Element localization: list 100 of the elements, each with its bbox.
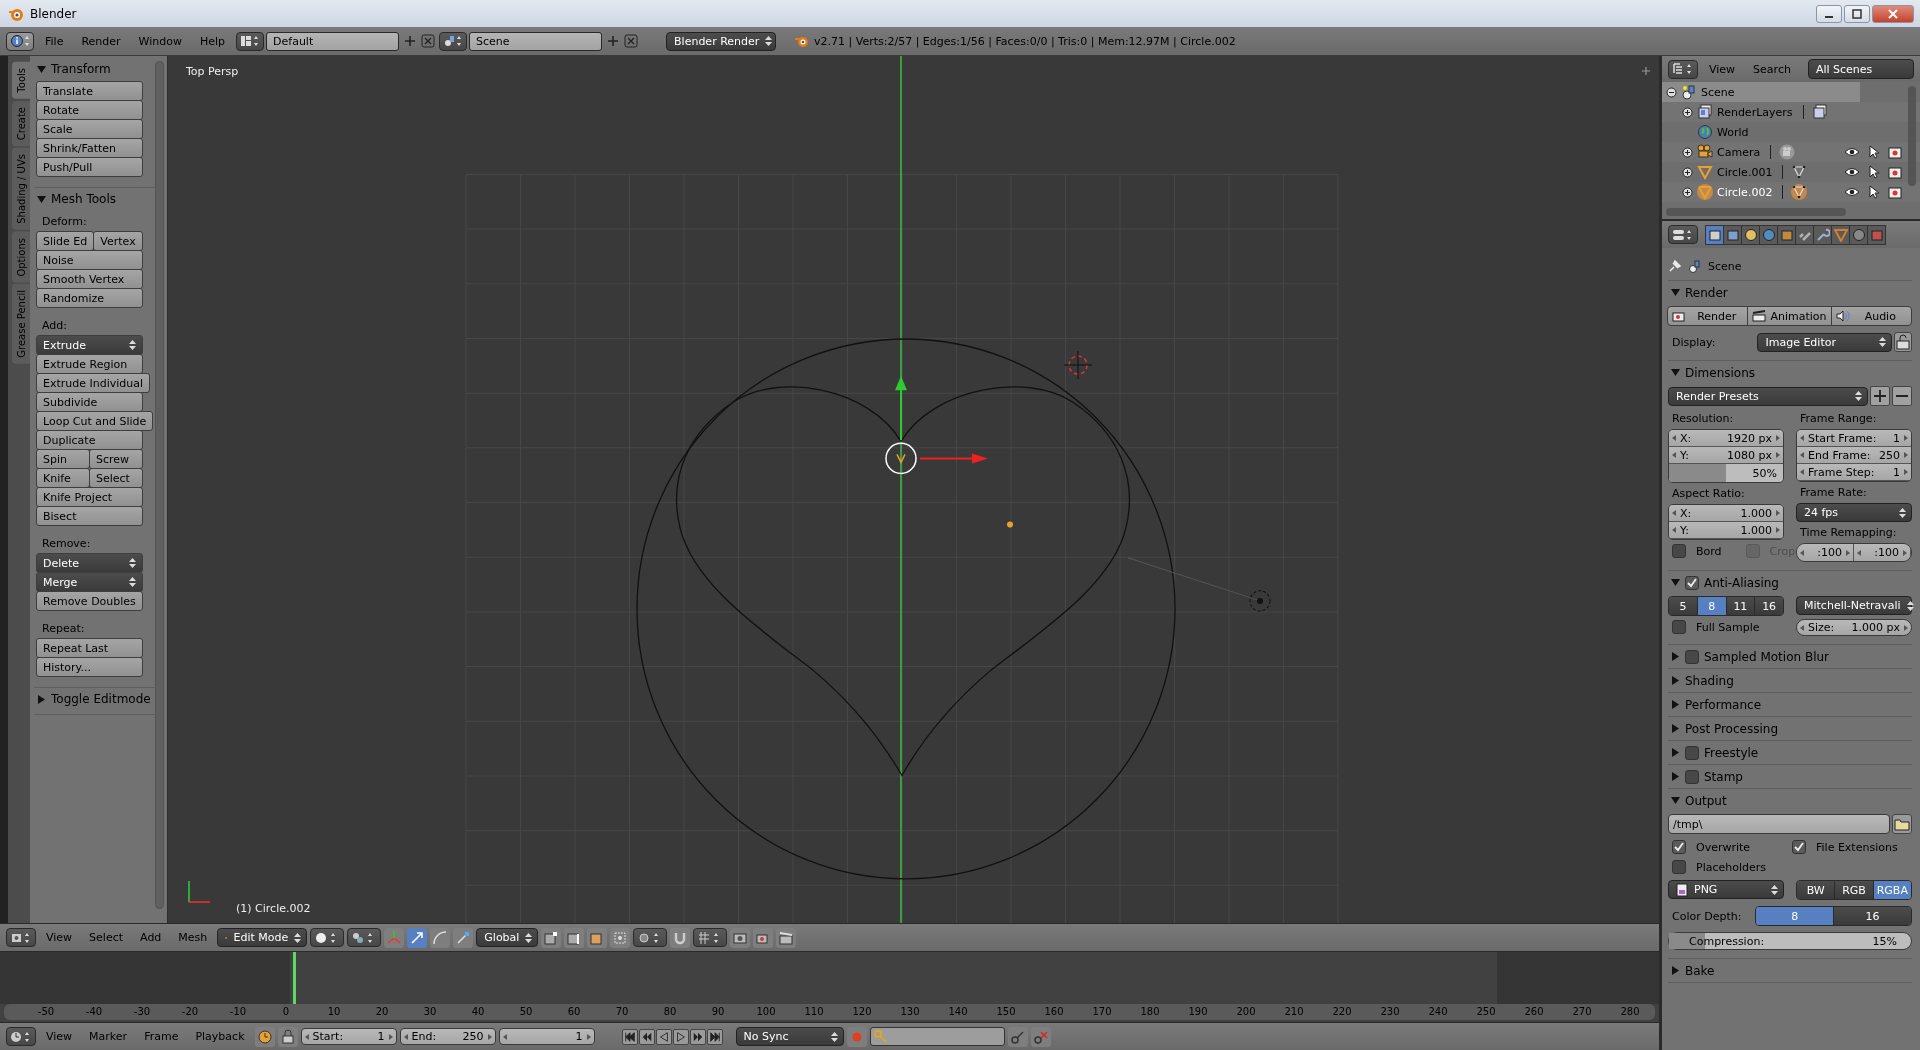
- render-button[interactable]: Render: [1667, 306, 1749, 326]
- close-x-icon[interactable]: [624, 34, 639, 48]
- right-arrow-icon[interactable]: [1776, 527, 1780, 533]
- left-arrow-icon[interactable]: [1672, 527, 1676, 533]
- tool-button[interactable]: Vertex: [93, 231, 143, 251]
- panel-title[interactable]: Stamp: [1704, 769, 1743, 784]
- magnet-icon[interactable]: [670, 927, 691, 948]
- output-path-field[interactable]: /tmp\: [1668, 814, 1890, 834]
- menu-item[interactable]: Window: [131, 31, 189, 51]
- pivot-point-button[interactable]: [347, 928, 382, 947]
- tool-button[interactable]: Knife: [36, 468, 90, 488]
- camera-icon[interactable]: [753, 927, 774, 948]
- filter-dropdown[interactable]: Mitchell-Netravali: [1796, 596, 1912, 615]
- right-arrow-icon[interactable]: [1846, 549, 1850, 556]
- properties-tab[interactable]: [1723, 224, 1742, 245]
- eye-icon[interactable]: [1844, 145, 1860, 159]
- editor-type-button[interactable]: [6, 31, 34, 51]
- pointer-arrow-icon[interactable]: [1868, 185, 1880, 199]
- expand-toggle-icon[interactable]: [1682, 106, 1693, 118]
- expand-toggle-icon[interactable]: [1682, 146, 1693, 158]
- collapse-triangle-icon[interactable]: [1671, 796, 1680, 805]
- tool-button[interactable]: Repeat Last: [36, 638, 143, 658]
- next-keyframe-icon[interactable]: [689, 1028, 706, 1045]
- checkbox[interactable]: [1672, 620, 1686, 634]
- left-arrow-icon[interactable]: [1800, 435, 1804, 441]
- checkbox[interactable]: [1792, 840, 1806, 854]
- panel-title[interactable]: Transform: [51, 62, 111, 76]
- number-field[interactable]: X: 1.000: [1669, 505, 1783, 522]
- color-depth-toggle[interactable]: 16: [1834, 907, 1911, 925]
- right-arrow-icon[interactable]: [1904, 469, 1908, 475]
- compression-slider[interactable]: Compression: 15%: [1668, 932, 1912, 950]
- tool-button[interactable]: Duplicate: [36, 430, 143, 450]
- tool-button[interactable]: Loop Cut and Slide: [36, 411, 154, 431]
- scene-field[interactable]: Scene: [469, 31, 603, 51]
- menu-item[interactable]: Search: [1746, 59, 1798, 79]
- jump-to-end-icon[interactable]: [706, 1028, 723, 1045]
- editor-type-button[interactable]: [6, 1027, 36, 1046]
- panel-title[interactable]: Render: [1685, 285, 1728, 300]
- scene-button[interactable]: [439, 31, 468, 51]
- minus-icon[interactable]: [1892, 386, 1912, 406]
- editor-type-button[interactable]: [6, 928, 36, 947]
- number-field[interactable]: :100: [1797, 544, 1854, 561]
- expand-toggle-icon[interactable]: [1682, 186, 1693, 198]
- screen-layout-field[interactable]: Default: [266, 31, 400, 51]
- checkbox[interactable]: [1685, 575, 1699, 590]
- previous-keyframe-icon[interactable]: [638, 1028, 655, 1045]
- mesh-triangle-icon[interactable]: [1791, 164, 1808, 180]
- checkbox[interactable]: [1672, 544, 1686, 558]
- color-mode-toggle[interactable]: RGB: [1835, 881, 1874, 899]
- edge-select-icon[interactable]: [564, 927, 585, 948]
- tool-button[interactable]: Push/Pull: [36, 157, 143, 177]
- expand-triangle-icon[interactable]: [1671, 676, 1680, 685]
- jump-to-start-icon[interactable]: [621, 1028, 638, 1045]
- render-button[interactable]: Audio: [1830, 306, 1912, 326]
- dropdown[interactable]: Delete: [36, 553, 143, 573]
- occlude-icon[interactable]: [610, 927, 631, 948]
- collapse-triangle-icon[interactable]: [1671, 368, 1680, 377]
- right-arrow-icon[interactable]: [388, 1033, 393, 1040]
- number-field[interactable]: End Frame: 250: [1797, 447, 1911, 464]
- right-arrow-icon[interactable]: [1903, 549, 1907, 556]
- tool-button[interactable]: Smooth Vertex: [36, 269, 143, 289]
- number-field[interactable]: Start Frame: 1: [1797, 430, 1911, 447]
- number-field[interactable]: :100: [1854, 544, 1911, 561]
- tool-button[interactable]: Noise: [36, 250, 143, 270]
- eye-icon[interactable]: [1844, 165, 1860, 179]
- rotate-arc-icon[interactable]: [430, 927, 451, 948]
- tree-row[interactable]: World: [1662, 122, 1920, 142]
- left-arrow-icon[interactable]: [1800, 624, 1804, 631]
- expand-triangle-icon[interactable]: [37, 694, 46, 704]
- collapse-triangle-icon[interactable]: [1671, 288, 1680, 297]
- scrollbar[interactable]: [155, 61, 164, 909]
- properties-tab[interactable]: [1759, 224, 1778, 245]
- menu-item[interactable]: View: [1702, 59, 1743, 79]
- expand-triangle-icon[interactable]: [1671, 652, 1680, 661]
- collapse-triangle-icon[interactable]: [37, 194, 46, 204]
- color-mode-toggle[interactable]: RGBA: [1873, 881, 1911, 899]
- number-field[interactable]: Frame Step: 1: [1797, 464, 1911, 481]
- tree-row[interactable]: Camera: [1662, 142, 1920, 162]
- tree-row[interactable]: RenderLayers: [1662, 102, 1920, 122]
- sample-toggle[interactable]: 8: [1697, 597, 1727, 615]
- tool-button[interactable]: Screw: [89, 449, 143, 469]
- collapse-triangle-icon[interactable]: [37, 64, 46, 74]
- close-button[interactable]: [1872, 4, 1914, 23]
- orientation-dropdown[interactable]: Global: [476, 928, 539, 947]
- menu-item[interactable]: Help: [192, 31, 233, 51]
- menu-item[interactable]: Mesh: [171, 927, 215, 948]
- panel-title[interactable]: Output: [1685, 793, 1727, 808]
- clapperboard-icon[interactable]: [776, 927, 797, 948]
- left-arrow-icon[interactable]: [1857, 549, 1861, 556]
- tool-button[interactable]: Select: [89, 468, 143, 488]
- expand-triangle-icon[interactable]: [1671, 748, 1680, 757]
- checkbox[interactable]: [1672, 860, 1686, 874]
- scale-handle-icon[interactable]: [453, 927, 474, 948]
- properties-tab[interactable]: [1795, 224, 1814, 245]
- maximize-button[interactable]: [1844, 4, 1870, 23]
- render-button[interactable]: Animation: [1747, 306, 1832, 326]
- clock-icon[interactable]: [254, 1026, 275, 1047]
- lock-icon[interactable]: [277, 1026, 298, 1047]
- left-arrow-icon[interactable]: [1800, 469, 1804, 475]
- expand-triangle-icon[interactable]: [1671, 772, 1680, 781]
